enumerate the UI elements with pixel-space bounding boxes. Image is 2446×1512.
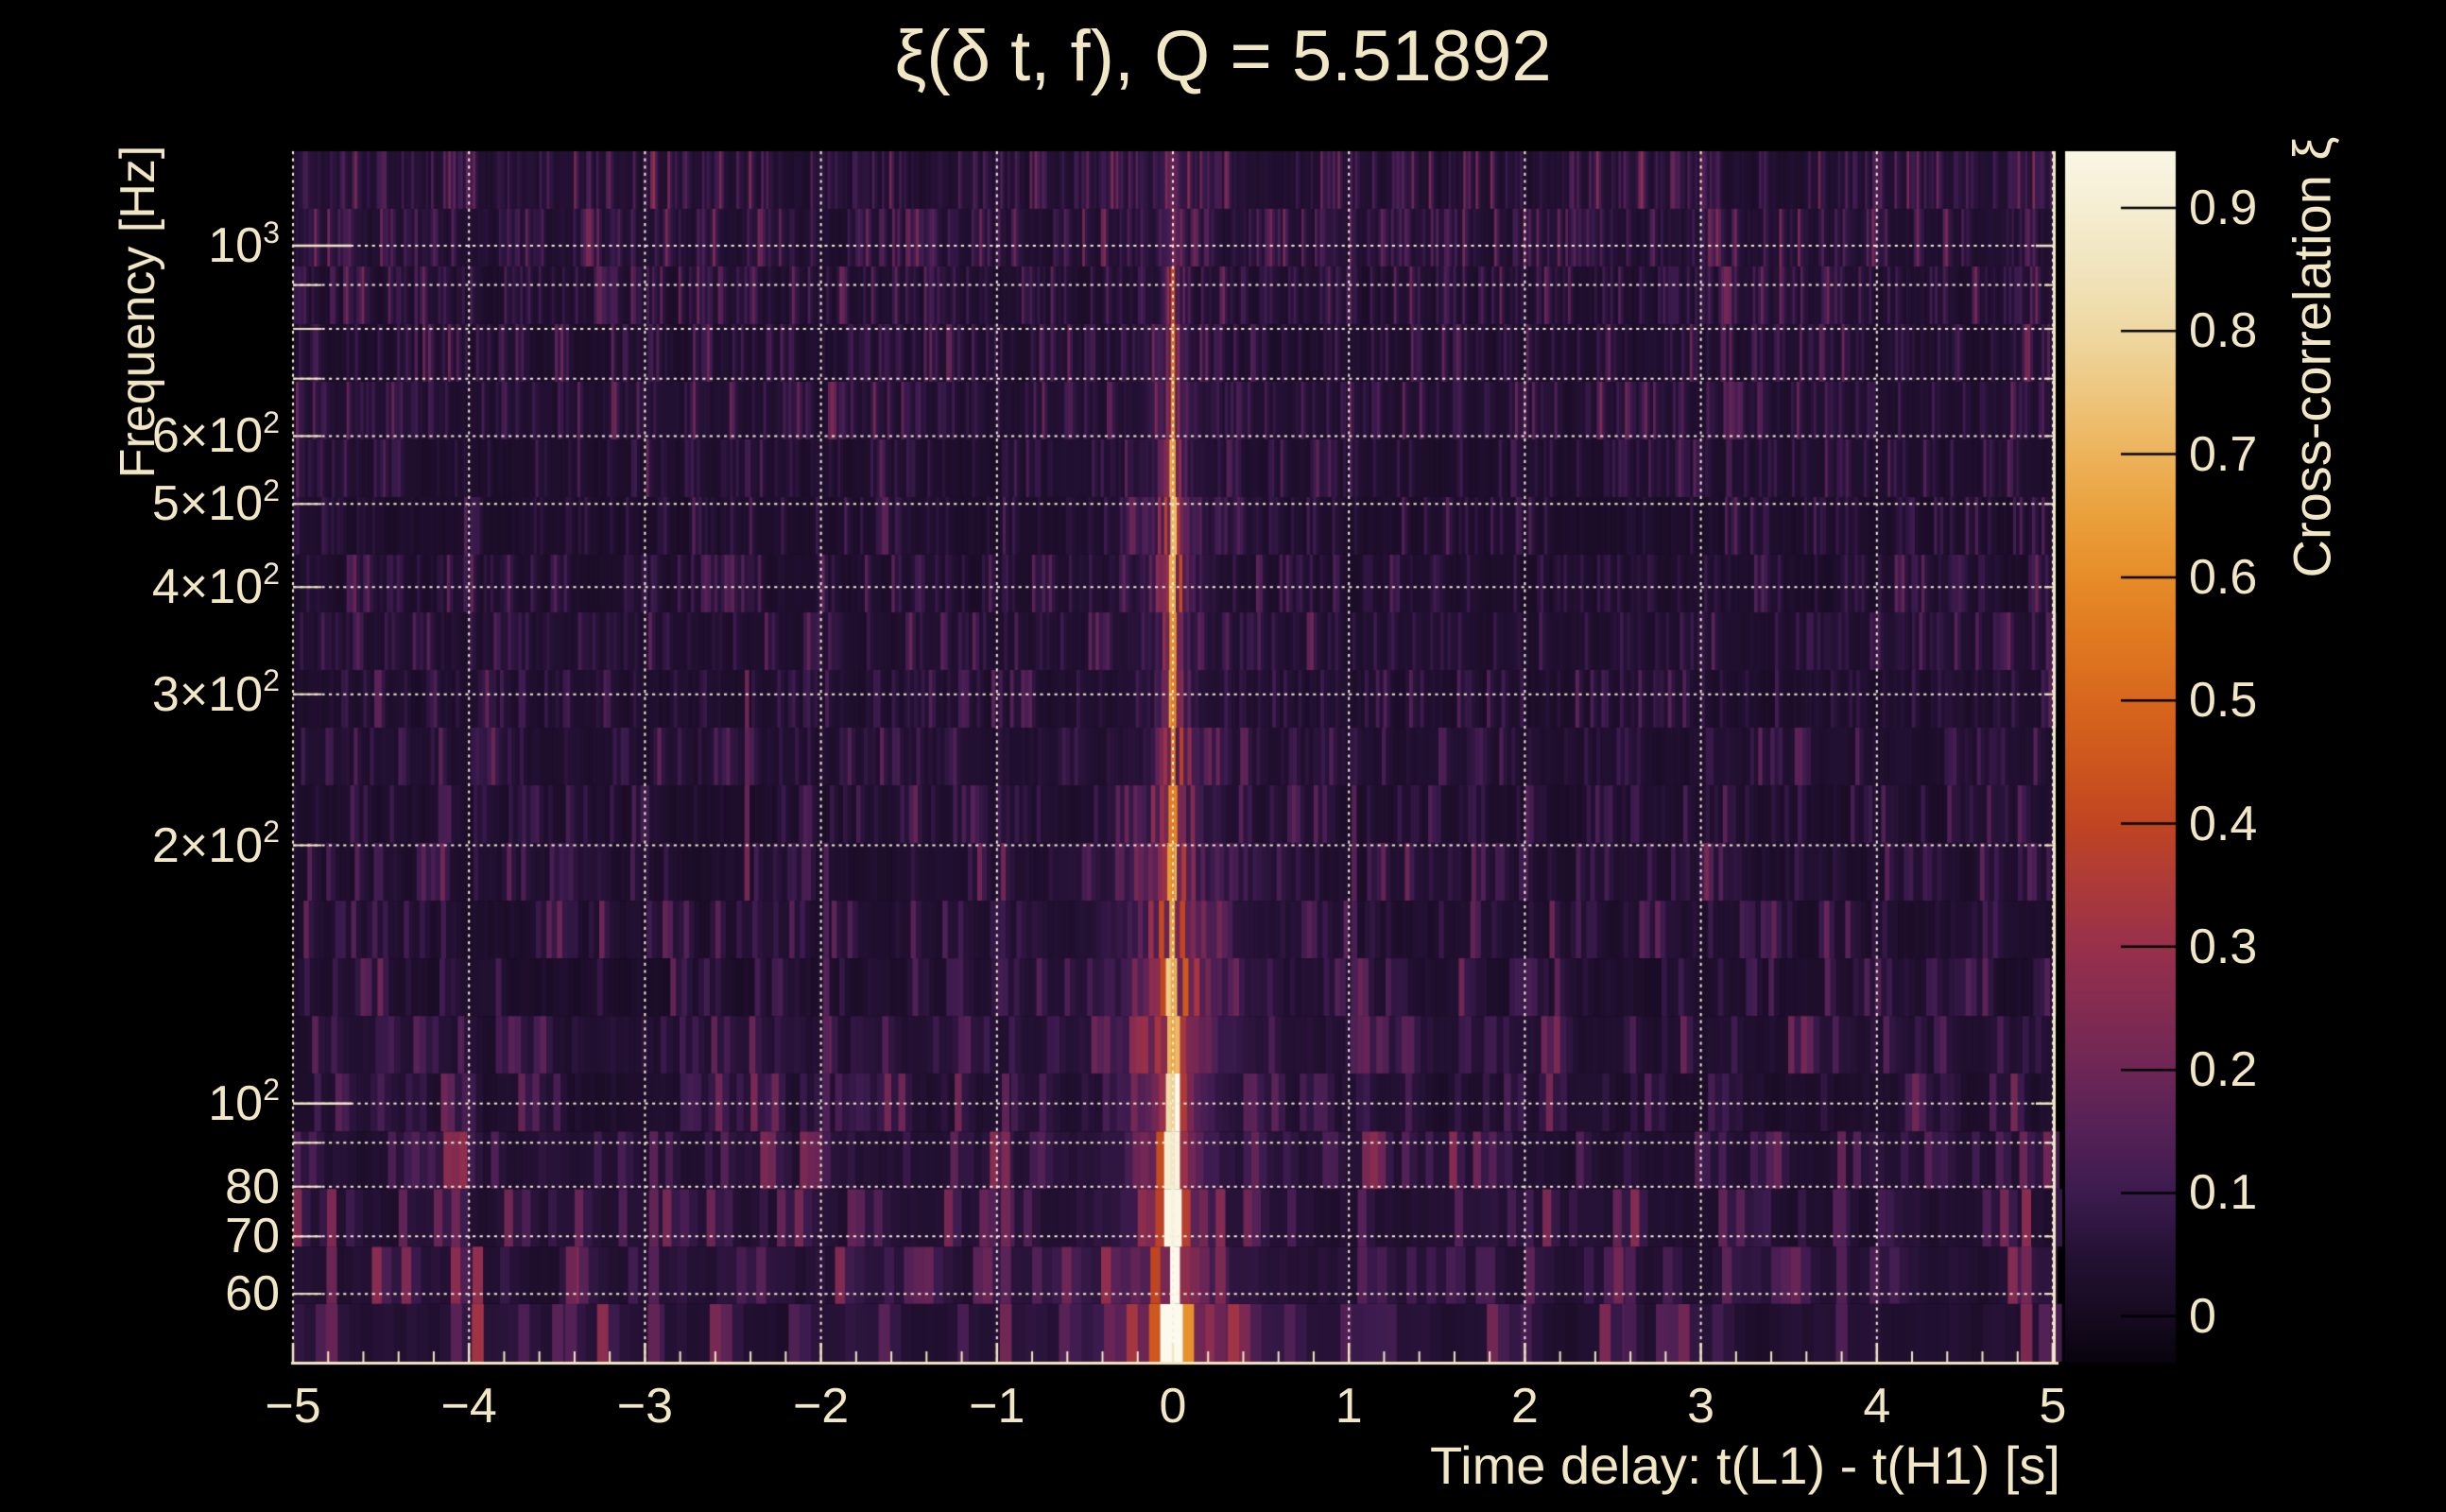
- y-tick-label: 3×10 2: [151, 663, 280, 722]
- y-tick-label: 6×10 2: [151, 404, 280, 464]
- colorbar-tick-label: 0.7: [2189, 426, 2258, 482]
- y-tick-label: 10 2: [208, 1073, 280, 1131]
- y-tick-label: 10 3: [208, 215, 280, 274]
- colorbar-tick-label: 0.4: [2189, 796, 2258, 851]
- x-tick-label: −5: [265, 1379, 321, 1434]
- x-tick-label: −3: [616, 1379, 674, 1434]
- correlation-heatmap-canvas: [0, 0, 2446, 1512]
- x-tick-label: −1: [969, 1379, 1025, 1434]
- x-tick-label: 5: [2039, 1379, 2067, 1434]
- x-tick-label: 3: [1687, 1379, 1715, 1434]
- x-tick-label: 1: [1335, 1379, 1363, 1434]
- colorbar-tick-label: 0.8: [2189, 303, 2258, 359]
- x-tick-label: −4: [440, 1379, 497, 1434]
- y-tick-label: 2×10 2: [151, 815, 280, 873]
- colorbar-tick-label: 0.1: [2189, 1165, 2258, 1221]
- y-tick-label: 4×10 2: [151, 556, 280, 615]
- colorbar-tick-label: 0.5: [2189, 673, 2258, 729]
- x-axis-title: Time delay: t(L1) - t(H1) [s]: [1430, 1435, 2060, 1495]
- page-title: ξ(δ t, f), Q = 5.51892: [894, 16, 1552, 96]
- x-tick-label: −2: [792, 1379, 850, 1434]
- y-tick-label: 5×10 2: [151, 472, 280, 532]
- colorbar-tick-label: 0.6: [2189, 549, 2258, 605]
- y-tick-label: 70: [225, 1209, 280, 1264]
- x-tick-label: 0: [1159, 1379, 1187, 1434]
- colorbar-tick-label: 0.3: [2189, 919, 2258, 974]
- colorbar-tick-label: 0.2: [2189, 1042, 2258, 1098]
- colorbar-tick-label: 0.9: [2189, 180, 2258, 235]
- root-pad: ξ(δ t, f), Q = 5.51892 Time delay: t(L1)…: [0, 0, 2446, 1512]
- colorbar-tick-label: 0: [2189, 1288, 2216, 1344]
- x-tick-label: 2: [1510, 1379, 1539, 1434]
- y-tick-label: 60: [225, 1266, 280, 1322]
- x-tick-label: 4: [1863, 1379, 1891, 1434]
